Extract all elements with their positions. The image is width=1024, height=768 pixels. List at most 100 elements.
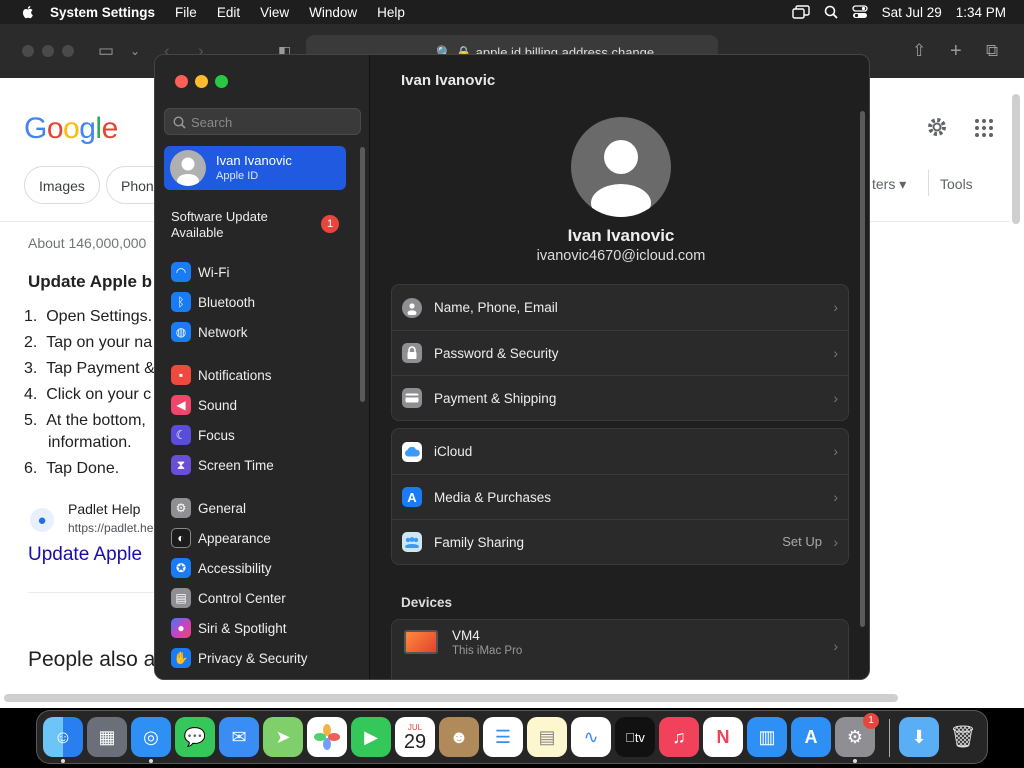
gear-icon: ⚙ [171,498,191,518]
result-link[interactable]: Update Apple [28,544,142,566]
apps-grid-icon[interactable] [974,118,994,138]
notes-icon[interactable]: ▤ [527,717,567,757]
sidebar-item-general[interactable]: ⚙ General [171,497,246,519]
chevron-right-icon: › [833,534,838,550]
lock-icon [402,343,422,363]
tab-overview-icon[interactable]: ⧉ [986,42,998,60]
safari-minimize-button[interactable] [42,45,54,57]
sidebar-toggle-icon[interactable]: ▭ [98,42,114,60]
sidebar-item-network[interactable]: ◍ Network [171,321,248,343]
row-password-security[interactable]: Password & Security › [392,330,848,375]
menubar-time[interactable]: 1:34 PM [956,5,1006,20]
settings-content: Ivan Ivanovic Ivan Ivanovic ivanovic4670… [371,55,869,679]
new-tab-icon[interactable]: + [950,41,962,61]
safari-icon[interactable]: ◎ [131,717,171,757]
speaker-icon: ◀ [171,395,191,415]
spotlight-search-icon[interactable] [824,5,838,19]
sidebar-item-focus[interactable]: ☾ Focus [171,424,235,446]
share-icon[interactable]: ⇧ [912,42,926,60]
calendar-icon[interactable]: JUL 29 [395,717,435,757]
menu-window[interactable]: Window [309,5,357,20]
safari-zoom-button[interactable] [62,45,74,57]
chip-images[interactable]: Images [24,166,100,204]
row-media-purchases[interactable]: A Media & Purchases › [392,474,848,519]
trash-icon[interactable]: 🗑 [943,717,983,757]
row-name-phone-email[interactable]: Name, Phone, Email › [392,285,848,330]
vertical-scrollbar[interactable] [1012,94,1020,224]
music-icon[interactable]: ♫ [659,717,699,757]
row-family-sharing[interactable]: Family Sharing Set Up › [392,519,848,564]
hourglass-icon: ⧗ [171,455,191,475]
filters-button[interactable]: ters ▾ [872,176,906,193]
search-field[interactable]: Search [164,108,361,135]
keynote-icon[interactable]: ▥ [747,717,787,757]
apple-tv-icon[interactable]: tv [615,717,655,757]
sidebar-item-apple-id[interactable]: Ivan Ivanovic Apple ID [164,146,346,190]
content-scrollbar[interactable] [860,111,865,627]
row-payment-shipping[interactable]: Payment & Shipping › [392,375,848,420]
launchpad-icon[interactable]: ▦ [87,717,127,757]
google-logo[interactable]: Google [24,112,118,146]
step-5-continued: information. [48,434,132,451]
chevron-down-icon[interactable]: ⌄ [130,42,140,60]
mail-icon[interactable]: ✉ [219,717,259,757]
reminders-icon[interactable]: ☰ [483,717,523,757]
results-count: About 146,000,000 [28,235,147,251]
imac-icon [404,630,438,654]
step-5: 5. At the bottom, [24,412,146,429]
menu-edit[interactable]: Edit [217,5,240,20]
safari-close-button[interactable] [22,45,34,57]
bluetooth-icon: ᛒ [171,292,191,312]
siri-icon: ● [171,618,191,638]
minimize-button[interactable] [195,75,208,88]
control-center-icon[interactable] [852,5,868,19]
row-device-vm4[interactable]: VM4 This iMac Pro › [392,620,848,664]
divider [28,592,168,593]
chevron-right-icon: › [833,638,838,654]
horizontal-scrollbar[interactable] [4,694,898,702]
source-url[interactable]: https://padlet.he [68,521,153,535]
downloads-folder-icon[interactable]: ⬇ [899,717,939,757]
maps-icon[interactable]: ➤ [263,717,303,757]
profile-avatar[interactable] [571,117,671,217]
sidebar-item-wifi[interactable]: ◠ Wi-Fi [171,261,229,283]
sidebar-item-notifications[interactable]: ▪ Notifications [171,364,272,386]
sidebar-item-control-center[interactable]: ▤ Control Center [171,587,286,609]
update-badge: 1 [321,215,339,233]
freeform-icon[interactable]: ∿ [571,717,611,757]
menu-file[interactable]: File [175,5,197,20]
sidebar-item-siri-spotlight[interactable]: ● Siri & Spotlight [171,617,287,639]
sidebar-item-software-update[interactable]: Software Update Available [171,209,311,241]
screen-mirroring-icon[interactable] [791,5,810,19]
contact-card-icon [402,297,422,318]
tools-button[interactable]: Tools [940,176,973,192]
facetime-icon[interactable]: ▶ [351,717,391,757]
menu-help[interactable]: Help [377,5,405,20]
sidebar-item-bluetooth[interactable]: ᛒ Bluetooth [171,291,255,313]
step-2: 2. Tap on your na [24,334,153,351]
news-icon[interactable]: N [703,717,743,757]
dock: ☺ ▦ ◎ 💬 ✉ ➤ ▶ JUL29 ☻ ☰ ▤ ∿ tv ♫ N ▥ A … [36,710,988,764]
app-menu[interactable]: System Settings [50,5,155,20]
zoom-button[interactable] [215,75,228,88]
search-icon [173,116,186,129]
sidebar-item-appearance[interactable]: ◐ Appearance [171,527,271,549]
moon-icon: ☾ [171,425,191,445]
contacts-icon[interactable]: ☻ [439,717,479,757]
sidebar-item-accessibility[interactable]: ✪ Accessibility [171,557,272,579]
app-store-icon[interactable]: A [791,717,831,757]
messages-icon[interactable]: 💬 [175,717,215,757]
photos-icon[interactable] [307,717,347,757]
source-name[interactable]: Padlet Help [68,501,140,517]
sidebar-scrollbar[interactable] [360,147,365,402]
menu-view[interactable]: View [260,5,289,20]
sidebar-item-privacy-security[interactable]: ✋ Privacy & Security [171,647,308,669]
finder-icon[interactable]: ☺ [43,717,83,757]
settings-gear-icon[interactable] [926,116,948,138]
sidebar-item-sound[interactable]: ◀ Sound [171,394,237,416]
menubar-date[interactable]: Sat Jul 29 [882,5,942,20]
apple-menu-icon[interactable] [20,4,36,20]
close-button[interactable] [175,75,188,88]
row-icloud[interactable]: iCloud › [392,429,848,474]
sidebar-item-screen-time[interactable]: ⧗ Screen Time [171,454,274,476]
